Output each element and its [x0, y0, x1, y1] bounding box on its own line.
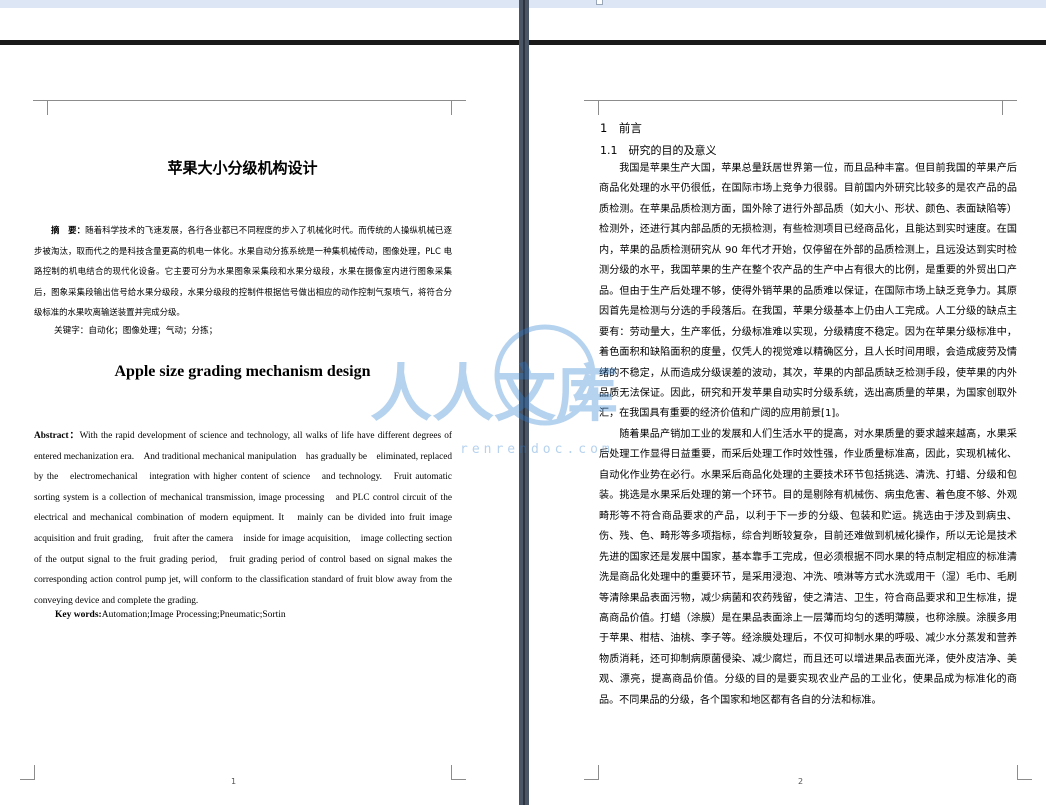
- abstract-cn: 摘 要：随着科学技术的飞速发展，各行各业都已不同程度的步入了机械化时代。而传统的…: [34, 220, 452, 323]
- keywords-en: Key words:Automation;Image Processing;Pn…: [55, 610, 286, 620]
- paper-title-cn: 苹果大小分级机构设计: [167, 159, 318, 177]
- header-rule: [47, 100, 451, 101]
- heading-1-1: 1.1 研究的目的及意义: [600, 144, 717, 157]
- page-separator: [519, 0, 529, 805]
- crop-mark-top-right: [451, 100, 466, 115]
- crop-mark-top-left: [33, 100, 48, 115]
- ruler-marker[interactable]: [596, 0, 603, 5]
- previous-page-left-bottom: [0, 8, 519, 40]
- crop-mark-bottom-left: [584, 765, 599, 780]
- header-rule: [598, 100, 1002, 101]
- crop-mark-bottom-right: [451, 765, 466, 780]
- keywords-en-label: Key words:: [55, 610, 102, 620]
- abstract-cn-label: 摘 要：: [51, 225, 86, 235]
- document-page-2[interactable]: 1 前言 1.1 研究的目的及意义 我国是苹果生产大国，苹果总量跃居世界第一位，…: [529, 45, 1046, 805]
- crop-mark-bottom-right: [1017, 765, 1032, 780]
- body-text: 我国是苹果生产大国，苹果总量跃居世界第一位，而且品种丰富。但目前我国的苹果产后商…: [599, 159, 1017, 711]
- keywords-en-text: Automation;Image Processing;Pneumatic;So…: [101, 610, 286, 620]
- crop-mark-top-right: [1002, 100, 1017, 115]
- paragraph-1: 我国是苹果生产大国，苹果总量跃居世界第一位，而且品种丰富。但目前我国的苹果产后商…: [599, 163, 1017, 420]
- page-number-2: 2: [798, 777, 804, 786]
- abstract-en: Abstract：With the rapid development of s…: [34, 426, 461, 611]
- crop-mark-bottom-left: [20, 765, 35, 780]
- page-number-1: 1: [231, 777, 237, 786]
- abstract-en-text: With the rapid development of science an…: [34, 431, 462, 606]
- previous-page-right-bottom: [529, 8, 1046, 40]
- paragraph-2: 随着果品产销加工业的发展和人们生活水平的提高，对水果质量的要求越来越高，水果采后…: [599, 428, 1017, 706]
- abstract-cn-text: 随着科学技术的飞速发展，各行各业都已不同程度的步入了机械化时代。而传统的人操纵机…: [34, 225, 453, 318]
- paper-title-en: Apple size grading mechanism design: [114, 363, 371, 380]
- document-page-1[interactable]: 苹果大小分级机构设计 摘 要：随着科学技术的飞速发展，各行各业都已不同程度的步入…: [0, 45, 519, 805]
- heading-1: 1 前言: [600, 121, 642, 135]
- crop-mark-top-left: [584, 100, 599, 115]
- keywords-cn: 关键字：自动化；图像处理；气动；分拣；: [54, 326, 218, 336]
- abstract-en-label: Abstract：: [34, 431, 80, 441]
